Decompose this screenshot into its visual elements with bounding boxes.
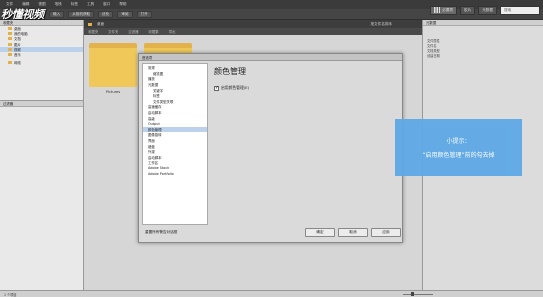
menu-help[interactable]: 帮助 <box>119 2 126 7</box>
zoom-slider[interactable] <box>403 292 433 297</box>
menu-stack[interactable]: 堆栈 <box>55 2 62 7</box>
folder-icon <box>8 37 12 41</box>
sidebar-item-network[interactable]: 网络 <box>0 60 83 65</box>
refine-button[interactable]: 优化 <box>98 10 114 18</box>
category-item[interactable]: Adobe Portfolio <box>143 171 207 177</box>
favorites-panel: 收藏夹 桌面 我的电脑 文档 图片 视频 音乐 网络 <box>0 20 84 100</box>
tab-favorites[interactable]: 收藏夹 <box>88 29 98 34</box>
slider-track <box>403 293 433 295</box>
apply-button[interactable]: 应用 <box>371 228 401 237</box>
essentials-label: 必要项 <box>442 7 454 12</box>
sort-menu[interactable]: 按文件名排序 <box>370 22 392 27</box>
folder-icon <box>8 47 12 51</box>
checkbox-box[interactable] <box>214 85 219 91</box>
import-label: 输入 <box>53 11 61 16</box>
slider-handle[interactable] <box>411 292 414 296</box>
tab-folders[interactable]: 文件夹 <box>108 29 118 34</box>
panel-tabs: 收藏夹 文件夹 过滤器 收藏集 导出 <box>84 28 422 35</box>
menu-window[interactable]: 窗口 <box>103 2 110 7</box>
panel-header: 过滤器 <box>0 101 83 107</box>
folder-label: Pictures <box>105 90 121 94</box>
refine-label: 优化 <box>102 11 110 16</box>
sidebar-label: 网络 <box>14 61 21 66</box>
tip-body: “启用颜色管理”前的勾去掉 <box>422 152 495 159</box>
grid-icon <box>434 7 441 13</box>
filter-panel: 过滤器 <box>0 100 84 290</box>
checkbox-label: 启用颜色管理(E) <box>221 85 250 90</box>
filmstrip-label: 胶片 <box>464 7 472 12</box>
folder-icon <box>8 27 12 31</box>
folder-thumbnail[interactable] <box>89 43 137 87</box>
dialog-title: 首选项 <box>139 54 402 61</box>
sidebar-item-music[interactable]: 音乐 <box>0 52 83 57</box>
folder-icon <box>88 22 92 26</box>
preferences-dialog: 首选项 常规 缩览图 播放 元数据 关键字 标签 文件类型关联 高速缓存 启动脚… <box>138 53 403 243</box>
meta-row: 创建日期 <box>427 54 440 58</box>
workspace-filmstrip[interactable]: 胶片 <box>460 5 476 15</box>
breadcrumb: 桌面 按文件名排序 <box>84 20 422 28</box>
cancel-button[interactable]: 取消 <box>338 228 368 237</box>
search-placeholder: 搜索 <box>504 7 512 12</box>
menu-label[interactable]: 标签 <box>71 2 78 7</box>
metadata-label: 元数据 <box>482 7 493 12</box>
status-text: 1 个项目 <box>4 292 17 297</box>
open-button[interactable]: 打开 <box>136 10 152 18</box>
sidebar-label: 音乐 <box>14 53 21 58</box>
folder-icon <box>8 32 12 36</box>
tab-collections[interactable]: 收藏集 <box>149 29 159 34</box>
tip-title: 小提示： <box>446 138 471 145</box>
enable-color-management-checkbox[interactable]: 启用颜色管理(E) <box>214 85 249 91</box>
camera-button[interactable]: 从相机获取 <box>68 10 95 18</box>
review-button[interactable]: 审阅 <box>117 10 133 18</box>
workspace-essentials[interactable]: 必要项 <box>430 5 458 15</box>
reset-warnings-button[interactable]: 重置所有警告对话框 <box>145 230 177 235</box>
folder-icon <box>8 61 12 65</box>
workspace-metadata[interactable]: 元数据 <box>478 5 497 15</box>
ok-button[interactable]: 确定 <box>305 228 335 237</box>
folder-icon <box>8 53 12 57</box>
import-button[interactable]: 输入 <box>49 10 65 18</box>
tab-filter[interactable]: 过滤器 <box>128 29 138 34</box>
open-label: 打开 <box>140 11 148 16</box>
search-input[interactable]: 搜索 <box>500 5 540 15</box>
tip-overlay: 小提示： “启用颜色管理”前的勾去掉 <box>395 119 522 176</box>
status-bar: 1 个项目 <box>0 290 543 297</box>
tab-export[interactable]: 导出 <box>169 29 176 34</box>
workspace-switcher: 必要项 胶片 元数据 搜索 <box>430 0 543 20</box>
preferences-category-list: 常规 缩览图 播放 元数据 关键字 标签 文件类型关联 高速缓存 启动脚本 高级… <box>142 63 208 225</box>
camera-label: 从相机获取 <box>72 11 91 16</box>
menu-tools[interactable]: 工具 <box>87 2 94 7</box>
section-heading: 颜色管理 <box>214 67 246 76</box>
review-label: 审阅 <box>121 11 129 16</box>
folder-icon <box>8 42 12 46</box>
breadcrumb-item[interactable]: 桌面 <box>97 22 104 27</box>
